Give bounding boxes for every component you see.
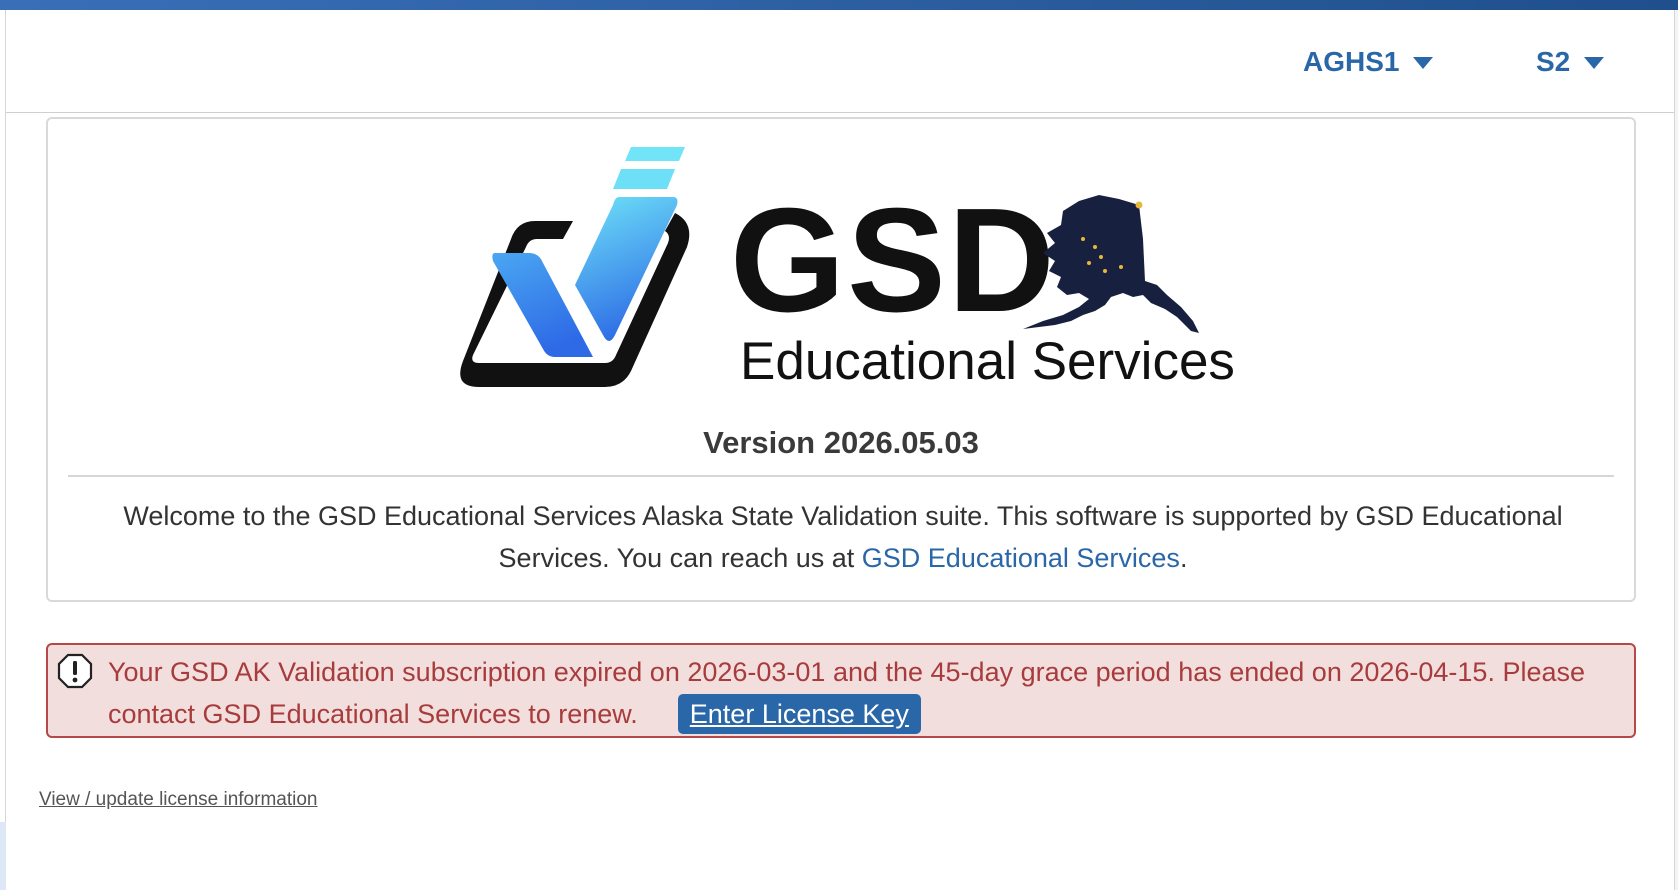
left-edge-accent bbox=[0, 822, 6, 890]
top-accent-bar bbox=[0, 0, 1678, 10]
term-dropdown-value: S2 bbox=[1536, 46, 1571, 77]
term-dropdown[interactable]: S2 bbox=[1536, 46, 1605, 78]
welcome-card: GSD Educational Services Version 2026.05… bbox=[46, 117, 1636, 602]
checkbox-check-icon bbox=[460, 147, 690, 387]
brand-tagline: Educational Services bbox=[740, 332, 1235, 391]
school-dropdown-value: AGHS1 bbox=[1303, 46, 1400, 77]
brand-name: GSD bbox=[730, 178, 1057, 343]
gsd-logo: GSD Educational Services bbox=[460, 147, 1235, 391]
left-edge bbox=[0, 10, 6, 890]
welcome-end: . bbox=[1179, 543, 1188, 573]
contact-link[interactable]: GSD Educational Services bbox=[862, 543, 1180, 573]
school-dropdown[interactable]: AGHS1 bbox=[1303, 46, 1434, 78]
alert-message-block: Your GSD AK Validation subscription expi… bbox=[108, 651, 1628, 735]
divider bbox=[68, 475, 1614, 477]
warning-icon bbox=[57, 653, 93, 689]
version-label: Version 2026.05.03 bbox=[703, 425, 979, 460]
caret-down-icon bbox=[1413, 57, 1434, 69]
subscription-alert: Your GSD AK Validation subscription expi… bbox=[46, 643, 1636, 738]
enter-license-key-button[interactable]: Enter License Key bbox=[677, 694, 921, 734]
view-update-license-link[interactable]: View / update license information bbox=[39, 789, 317, 811]
right-edge bbox=[1674, 10, 1678, 890]
welcome-body: Welcome to the GSD Educational Services … bbox=[123, 501, 1563, 573]
caret-down-icon bbox=[1584, 57, 1605, 69]
welcome-text: Welcome to the GSD Educational Services … bbox=[78, 495, 1608, 579]
header-bar: AGHS1 S2 bbox=[6, 10, 1674, 113]
